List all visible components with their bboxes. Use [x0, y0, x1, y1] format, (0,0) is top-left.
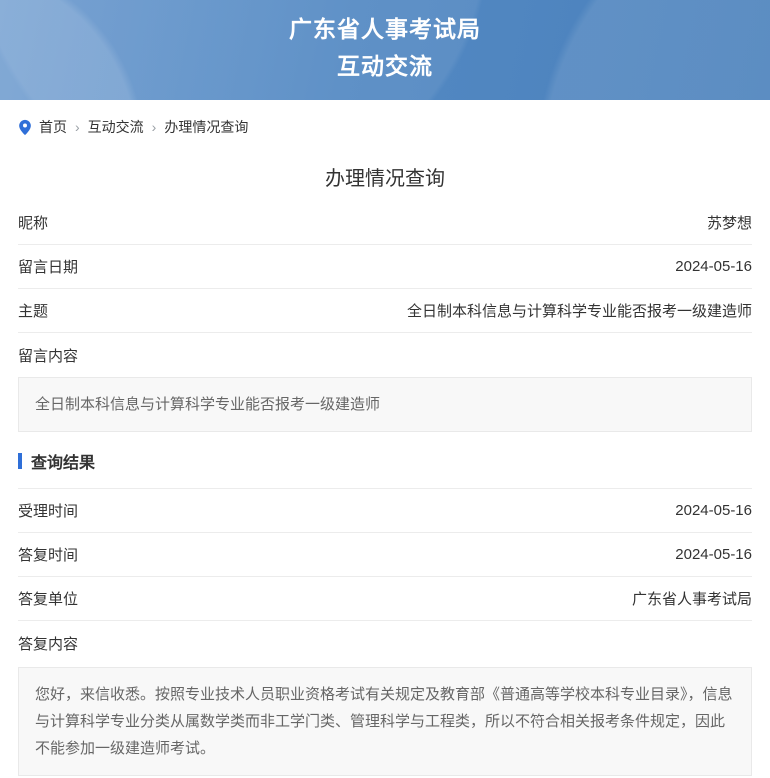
reply-content-label: 答复内容	[18, 621, 752, 665]
row-reply-time-value: 2024-05-16	[675, 546, 752, 563]
row-reply-unit-label: 答复单位	[18, 588, 78, 609]
row-message-date-value: 2024-05-16	[675, 258, 752, 275]
row-nickname: 昵称 苏梦想	[18, 201, 752, 245]
section-accent-bar	[18, 453, 22, 469]
page-banner: 广东省人事考试局 互动交流	[0, 0, 770, 100]
row-reply-time-label: 答复时间	[18, 544, 78, 565]
main-content: 昵称 苏梦想 留言日期 2024-05-16 主题 全日制本科信息与计算科学专业…	[0, 201, 770, 776]
row-reply-time: 答复时间 2024-05-16	[18, 533, 752, 577]
row-message-date: 留言日期 2024-05-16	[18, 245, 752, 289]
row-accept-time: 受理时间 2024-05-16	[18, 489, 752, 533]
banner-subtitle: 互动交流	[0, 48, 770, 85]
location-pin-icon	[18, 119, 32, 136]
row-accept-time-value: 2024-05-16	[675, 502, 752, 519]
row-nickname-label: 昵称	[18, 212, 48, 233]
row-reply-unit: 答复单位 广东省人事考试局	[18, 577, 752, 621]
message-content-label-text: 留言内容	[18, 345, 78, 366]
row-subject-value: 全日制本科信息与计算科学专业能否报考一级建造师	[407, 300, 752, 321]
reply-content-label-text: 答复内容	[18, 633, 78, 654]
breadcrumb-item-home[interactable]: 首页	[39, 117, 67, 137]
banner-title: 广东省人事考试局	[0, 11, 770, 48]
breadcrumb-item-interaction[interactable]: 互动交流	[88, 117, 144, 137]
reply-content-box: 您好，来信收悉。按照专业技术人员职业资格考试有关规定及教育部《普通高等学校本科专…	[18, 667, 752, 776]
row-subject-label: 主题	[18, 300, 48, 321]
result-section-title: 查询结果	[31, 449, 95, 473]
row-nickname-value: 苏梦想	[707, 212, 752, 233]
breadcrumb-separator: ›	[75, 119, 80, 135]
row-reply-unit-value: 广东省人事考试局	[632, 588, 752, 609]
row-message-date-label: 留言日期	[18, 256, 78, 277]
row-subject: 主题 全日制本科信息与计算科学专业能否报考一级建造师	[18, 289, 752, 333]
row-accept-time-label: 受理时间	[18, 500, 78, 521]
result-section-header: 查询结果	[18, 449, 752, 489]
breadcrumb-item-current: 办理情况查询	[164, 117, 248, 137]
page-title: 办理情况查询	[0, 162, 770, 191]
message-content-box: 全日制本科信息与计算科学专业能否报考一级建造师	[18, 377, 752, 432]
breadcrumb-separator: ›	[152, 119, 157, 135]
breadcrumb: 首页 › 互动交流 › 办理情况查询	[0, 100, 770, 137]
message-content-label: 留言内容	[18, 333, 752, 377]
